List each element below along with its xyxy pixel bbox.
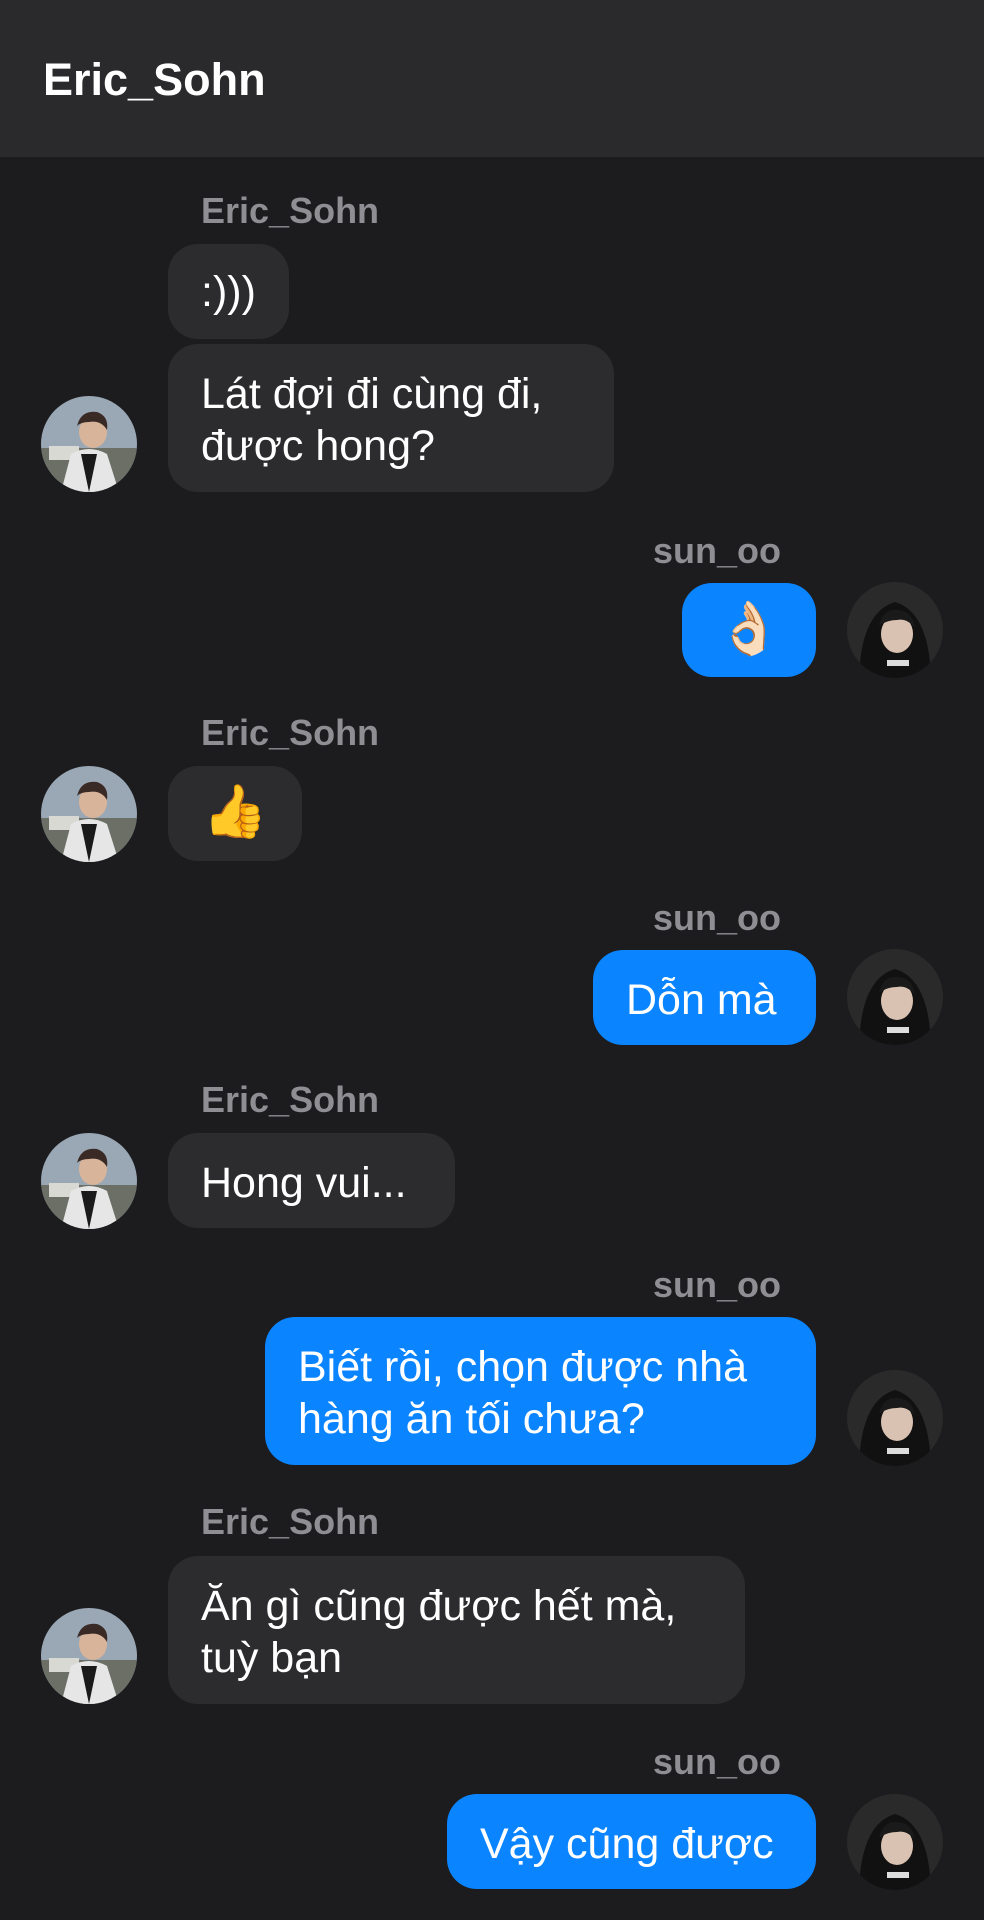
message-bubble-incoming[interactable]: :))) bbox=[168, 244, 289, 339]
avatar-image bbox=[41, 1133, 137, 1229]
message-bubble-outgoing[interactable]: Vậy cũng được bbox=[447, 1794, 816, 1889]
avatar-image bbox=[41, 1608, 137, 1704]
sender-name: sun_oo bbox=[653, 1264, 782, 1305]
avatar[interactable] bbox=[847, 1794, 943, 1890]
avatar-image bbox=[41, 396, 137, 492]
chat-header: Eric_Sohn bbox=[0, 0, 984, 157]
message-bubble-incoming[interactable]: Lát đợi đi cùng đi, được hong? bbox=[168, 344, 614, 492]
avatar[interactable] bbox=[41, 1133, 137, 1229]
sender-name: sun_oo bbox=[653, 1741, 782, 1782]
avatar-image bbox=[41, 766, 137, 862]
sender-name: Eric_Sohn bbox=[201, 712, 380, 753]
sender-name: Eric_Sohn bbox=[201, 1501, 380, 1542]
sender-name: Eric_Sohn bbox=[201, 190, 380, 231]
avatar-image bbox=[847, 1370, 943, 1466]
message-bubble-outgoing[interactable]: Dỗn mà bbox=[593, 950, 816, 1045]
message-bubble-incoming[interactable]: Hong vui... bbox=[168, 1133, 455, 1228]
message-bubble-incoming[interactable]: Ăn gì cũng được hết mà, tuỳ bạn bbox=[168, 1556, 745, 1704]
avatar[interactable] bbox=[847, 949, 943, 1045]
avatar-image bbox=[847, 949, 943, 1045]
chat-title: Eric_Sohn bbox=[43, 54, 266, 105]
avatar[interactable] bbox=[847, 582, 943, 678]
avatar[interactable] bbox=[41, 396, 137, 492]
sender-name: sun_oo bbox=[653, 530, 782, 571]
message-bubble-outgoing[interactable]: Biết rồi, chọn được nhà hàng ăn tối chưa… bbox=[265, 1317, 816, 1465]
sender-name: sun_oo bbox=[653, 897, 782, 938]
avatar-image bbox=[847, 582, 943, 678]
avatar[interactable] bbox=[41, 1608, 137, 1704]
sender-name: Eric_Sohn bbox=[201, 1079, 380, 1120]
message-bubble-outgoing[interactable]: 👌🏻 bbox=[682, 583, 816, 677]
avatar-image bbox=[847, 1794, 943, 1890]
avatar[interactable] bbox=[847, 1370, 943, 1466]
avatar[interactable] bbox=[41, 766, 137, 862]
message-bubble-incoming[interactable]: 👍 bbox=[168, 766, 302, 861]
